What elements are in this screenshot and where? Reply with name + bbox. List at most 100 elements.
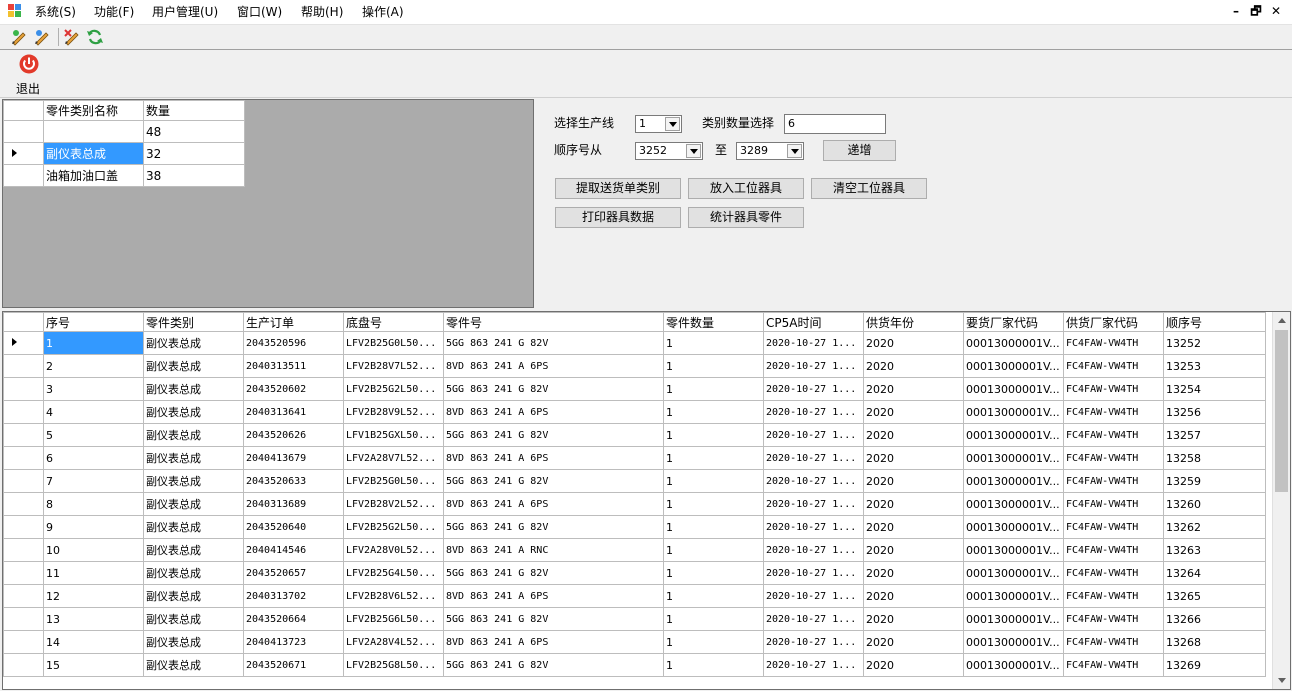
category-name-cell[interactable]: 油箱加油口盖 xyxy=(43,164,144,187)
table-cell[interactable]: 2020-10-27 1... xyxy=(763,607,864,631)
row-header[interactable] xyxy=(3,469,44,493)
table-cell[interactable]: 副仪表总成 xyxy=(143,630,244,654)
table-cell[interactable]: 2040313702 xyxy=(243,584,344,608)
chevron-down-icon[interactable] xyxy=(787,144,802,158)
table-cell[interactable]: 00013000001V... xyxy=(963,561,1064,585)
seq-from-select[interactable]: 3252 xyxy=(635,142,703,160)
table-cell[interactable]: LFV1B25GXL50... xyxy=(343,423,444,447)
table-cell[interactable]: FC4FAW-VW4TH xyxy=(1063,515,1164,539)
table-cell[interactable]: 00013000001V... xyxy=(963,630,1064,654)
table-cell[interactable]: 00013000001V... xyxy=(963,446,1064,470)
table-cell[interactable]: 13258 xyxy=(1163,446,1266,470)
table-cell[interactable]: 2020 xyxy=(863,446,964,470)
chevron-down-icon[interactable] xyxy=(665,117,680,131)
table-cell[interactable]: 2020 xyxy=(863,469,964,493)
menu-help[interactable]: 帮助(H) xyxy=(301,4,343,20)
table-cell[interactable]: 1 xyxy=(663,423,764,447)
table-cell[interactable]: 13260 xyxy=(1163,492,1266,516)
row-header[interactable] xyxy=(3,653,44,677)
table-cell[interactable]: 1 xyxy=(663,515,764,539)
table-cell[interactable]: 00013000001V... xyxy=(963,423,1064,447)
table-cell[interactable]: 2020 xyxy=(863,561,964,585)
table-cell[interactable]: FC4FAW-VW4TH xyxy=(1063,354,1164,378)
edit-pencil-icon[interactable] xyxy=(10,28,28,46)
menu-window[interactable]: 窗口(W) xyxy=(237,4,282,20)
table-cell[interactable]: 副仪表总成 xyxy=(143,538,244,562)
table-cell[interactable]: 2020 xyxy=(863,331,964,355)
table-cell[interactable]: 2043520626 xyxy=(243,423,344,447)
table-cell[interactable]: 2043520596 xyxy=(243,331,344,355)
table-cell[interactable]: 3 xyxy=(43,377,144,401)
table-cell[interactable]: 2040413679 xyxy=(243,446,344,470)
category-qty-input[interactable]: 6 xyxy=(784,114,886,134)
table-cell[interactable]: 4 xyxy=(43,400,144,424)
table-cell[interactable]: 12 xyxy=(43,584,144,608)
column-header[interactable]: 顺序号 xyxy=(1163,312,1266,332)
table-cell[interactable]: 00013000001V... xyxy=(963,515,1064,539)
table-cell[interactable]: 13256 xyxy=(1163,400,1266,424)
table-cell[interactable]: 1 xyxy=(663,653,764,677)
table-cell[interactable]: 2043520664 xyxy=(243,607,344,631)
row-header[interactable] xyxy=(3,400,44,424)
table-cell[interactable]: 副仪表总成 xyxy=(143,469,244,493)
vertical-scrollbar[interactable] xyxy=(1272,312,1290,689)
table-cell[interactable]: 00013000001V... xyxy=(963,607,1064,631)
row-header[interactable] xyxy=(3,446,44,470)
column-header[interactable]: 零件类别名称 xyxy=(43,100,144,121)
table-cell[interactable]: 副仪表总成 xyxy=(143,354,244,378)
table-cell[interactable]: 1 xyxy=(663,607,764,631)
category-qty-cell[interactable]: 38 xyxy=(143,164,245,187)
row-header[interactable] xyxy=(3,561,44,585)
table-cell[interactable]: 13259 xyxy=(1163,469,1266,493)
table-cell[interactable]: 2020 xyxy=(863,653,964,677)
count-fixture-parts-button[interactable]: 统计器具零件 xyxy=(688,207,804,228)
scroll-thumb[interactable] xyxy=(1275,330,1288,492)
table-cell[interactable]: 5GG 863 241 G 82V xyxy=(443,515,664,539)
row-header[interactable] xyxy=(3,492,44,516)
table-cell[interactable]: LFV2B28V7L52... xyxy=(343,354,444,378)
table-cell[interactable]: FC4FAW-VW4TH xyxy=(1063,469,1164,493)
table-cell[interactable]: 副仪表总成 xyxy=(143,584,244,608)
table-cell[interactable]: 副仪表总成 xyxy=(143,607,244,631)
table-cell[interactable]: 1 xyxy=(663,561,764,585)
table-cell[interactable]: 13265 xyxy=(1163,584,1266,608)
table-cell[interactable]: LFV2B28V2L52... xyxy=(343,492,444,516)
category-row[interactable]: 48 xyxy=(3,120,245,143)
table-cell[interactable]: 2020-10-27 1... xyxy=(763,492,864,516)
refresh-icon[interactable] xyxy=(86,28,104,46)
category-qty-cell[interactable]: 32 xyxy=(143,142,245,165)
menu-operation[interactable]: 操作(A) xyxy=(362,4,404,20)
table-cell[interactable]: 2020-10-27 1... xyxy=(763,423,864,447)
table-cell[interactable]: 2043520671 xyxy=(243,653,344,677)
table-cell[interactable]: 2020 xyxy=(863,584,964,608)
table-cell[interactable]: LFV2B28V6L52... xyxy=(343,584,444,608)
table-cell[interactable]: LFV2B25G8L50... xyxy=(343,653,444,677)
table-cell[interactable]: 13266 xyxy=(1163,607,1266,631)
table-cell[interactable]: FC4FAW-VW4TH xyxy=(1063,446,1164,470)
table-cell[interactable]: LFV2B25G2L50... xyxy=(343,515,444,539)
table-cell[interactable]: 8VD 863 241 A 6PS xyxy=(443,584,664,608)
table-cell[interactable]: 副仪表总成 xyxy=(143,515,244,539)
table-cell[interactable]: 1 xyxy=(663,538,764,562)
table-row[interactable]: 10 副仪表总成 2040414546 LFV2A28V0L52... 8VD 863 … xyxy=(3,538,1266,562)
table-cell[interactable]: 00013000001V... xyxy=(963,377,1064,401)
table-cell[interactable]: 2020-10-27 1... xyxy=(763,630,864,654)
table-cell[interactable]: 10 xyxy=(43,538,144,562)
table-cell[interactable]: 2040313511 xyxy=(243,354,344,378)
table-cell[interactable]: 1 xyxy=(663,400,764,424)
table-cell[interactable]: 1 xyxy=(663,630,764,654)
table-cell[interactable]: 1 xyxy=(663,492,764,516)
category-row[interactable]: 油箱加油口盖 38 xyxy=(3,164,245,187)
chevron-down-icon[interactable] xyxy=(686,144,701,158)
table-cell[interactable]: LFV2B25G4L50... xyxy=(343,561,444,585)
table-cell[interactable]: 副仪表总成 xyxy=(143,492,244,516)
table-cell[interactable]: 2020-10-27 1... xyxy=(763,653,864,677)
column-header[interactable]: 零件类别 xyxy=(143,312,244,332)
table-cell[interactable]: LFV2A28V4L52... xyxy=(343,630,444,654)
table-cell[interactable]: 2020-10-27 1... xyxy=(763,446,864,470)
table-cell[interactable]: 副仪表总成 xyxy=(143,561,244,585)
table-cell[interactable]: 13269 xyxy=(1163,653,1266,677)
table-cell[interactable]: 00013000001V... xyxy=(963,400,1064,424)
pencil-cross-icon[interactable] xyxy=(63,28,81,46)
table-cell[interactable]: 8 xyxy=(43,492,144,516)
